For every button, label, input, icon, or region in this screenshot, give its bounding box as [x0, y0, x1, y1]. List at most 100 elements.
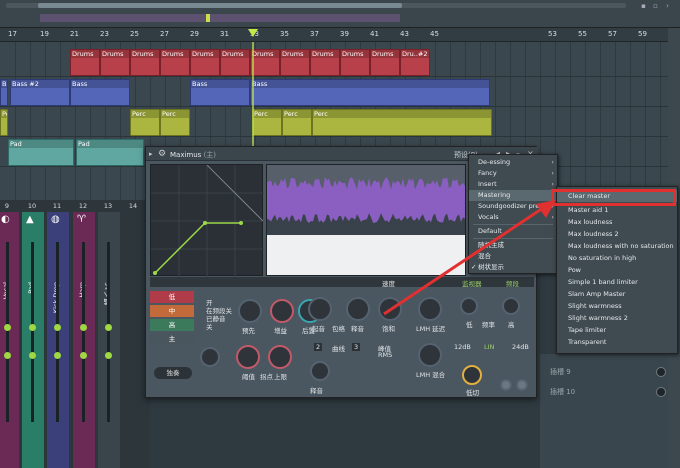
drums-clip[interactable]: Dru..#2	[400, 49, 430, 76]
mixer-fader[interactable]	[82, 242, 85, 422]
drums-clip[interactable]: Drums	[280, 49, 310, 76]
perc-clip[interactable]: Perc	[282, 109, 312, 136]
mixer-led[interactable]	[29, 352, 36, 359]
insert-slot[interactable]: 插槽 10	[550, 386, 660, 399]
insert-slot[interactable]: 插槽 9	[550, 366, 660, 379]
perc-clip[interactable]: Perc	[130, 109, 160, 136]
attack-knob[interactable]	[308, 297, 332, 321]
bass-clip[interactable]: Bass	[250, 79, 490, 106]
band-master[interactable]: 主	[150, 333, 194, 345]
band-selector[interactable]: 低 中 高 主	[150, 291, 194, 349]
submenu-item-slight-warmness-2[interactable]: Slight warmness 2	[557, 312, 677, 324]
playlist-overview[interactable]: ▪ ▫ ›	[0, 0, 680, 28]
mixer-strip[interactable]: 插入 15	[98, 212, 120, 468]
drums-clip[interactable]: Drums	[130, 49, 160, 76]
submenu-item-tape-limiter[interactable]: Tape limiter	[557, 324, 677, 336]
mixer-strip[interactable]: ▲Pad	[22, 212, 44, 468]
prev-band-button[interactable]	[500, 379, 512, 391]
stereo-knob[interactable]	[200, 347, 220, 367]
scroll-right-icon[interactable]: ›	[664, 3, 671, 10]
mixer-led[interactable]	[54, 324, 61, 331]
mixer-led[interactable]	[80, 324, 87, 331]
band-high[interactable]: 高	[150, 319, 194, 331]
mixer-fader[interactable]	[56, 242, 59, 422]
snap-icon[interactable]: ▪	[640, 3, 647, 10]
threshold-knob[interactable]	[236, 345, 260, 369]
insert-slot-toggle[interactable]	[656, 367, 666, 377]
perc-clip[interactable]: Perc	[160, 109, 190, 136]
submenu-item-transparent[interactable]: Transparent	[557, 336, 677, 348]
insert-slot-toggle[interactable]	[656, 387, 666, 397]
pad-clip[interactable]: Pad	[8, 139, 74, 166]
mixer-fader[interactable]	[6, 242, 9, 422]
submenu-item-pow[interactable]: Pow	[557, 264, 677, 276]
mixer-led[interactable]	[29, 324, 36, 331]
release-knob[interactable]	[346, 297, 370, 321]
option-off[interactable]: 关	[206, 323, 232, 331]
mixer-led[interactable]	[4, 324, 11, 331]
submenu-item-max-loudness-with-no-saturation[interactable]: Max loudness with no saturation	[557, 240, 677, 252]
bass-clip[interactable]: Bass #2	[10, 79, 70, 106]
pre-knob[interactable]	[238, 299, 262, 323]
drums-clip[interactable]: Drums	[370, 49, 400, 76]
release-knob-2[interactable]	[310, 361, 330, 381]
curve-value[interactable]: 2	[314, 343, 323, 351]
bass-clip[interactable]: Bass	[190, 79, 250, 106]
compressor-curve-graph[interactable]	[150, 164, 264, 277]
gear-icon[interactable]: ⚙	[158, 149, 166, 159]
mixer-led[interactable]	[105, 324, 112, 331]
drums-clip[interactable]: Drums	[160, 49, 190, 76]
plugin-menu-arrow-icon[interactable]: ▸	[149, 150, 153, 158]
submenu-item-slam-amp-master[interactable]: Slam Amp Master	[557, 288, 677, 300]
lmh-mix-knob[interactable]	[418, 343, 442, 367]
ceiling-knob[interactable]	[268, 345, 292, 369]
mixer-led[interactable]	[54, 352, 61, 359]
submenu-item-max-loudness[interactable]: Max loudness	[557, 216, 677, 228]
perc-clip[interactable]: Perc	[252, 109, 282, 136]
lin-toggle[interactable]: LIN	[484, 343, 494, 351]
bass-clip[interactable]: Bass	[70, 79, 130, 106]
option-off-in-band[interactable]: 在频段关	[206, 307, 232, 315]
bass-clip[interactable]: Bass	[0, 79, 8, 106]
submenu-item-simple-1-band-limiter[interactable]: Simple 1 band limiter	[557, 276, 677, 288]
timeline-ruler[interactable]: 17 19 21 23 25 27 29 31 33 35 37 39 41 43 45 53 55 57 59	[0, 28, 680, 42]
next-band-button[interactable]	[516, 379, 528, 391]
submenu-item-max-loudness-2[interactable]: Max loudness 2	[557, 228, 677, 240]
submenu-item-slight-warmness[interactable]: Slight warmness	[557, 300, 677, 312]
pad-clip[interactable]: Pad	[76, 139, 144, 166]
mixer-led[interactable]	[4, 352, 11, 359]
solo-button[interactable]: 独奏	[154, 367, 192, 379]
option-muted[interactable]: 已静音	[206, 315, 232, 323]
mixer-led[interactable]	[105, 352, 112, 359]
mixer-strip[interactable]: ♈Harp	[73, 212, 95, 468]
perc-clip[interactable]: Perc	[312, 109, 492, 136]
option-on[interactable]: 开	[206, 299, 232, 307]
menu-item-insert[interactable]: Insert ›	[469, 179, 557, 190]
playlist-track-drums[interactable]: Drums Drums Drums Drums Drums Drums Drums Drums…	[0, 48, 668, 77]
drums-clip[interactable]: Drums	[70, 49, 100, 76]
mixer-strip[interactable]: ◐Vocal	[0, 212, 19, 468]
drums-clip[interactable]: Drums	[250, 49, 280, 76]
band-mid[interactable]: 中	[150, 305, 194, 317]
playlist-track-bass[interactable]: Bass Bass #2 Bass Bass Bass	[0, 78, 668, 107]
gain-knob[interactable]	[270, 299, 294, 323]
playhead-marker-icon[interactable]	[248, 29, 258, 37]
band-low[interactable]: 低	[150, 291, 194, 303]
menu-item-fancy[interactable]: Fancy ›	[469, 168, 557, 179]
drums-clip[interactable]: Drums	[190, 49, 220, 76]
drums-clip[interactable]: Drums	[100, 49, 130, 76]
drums-clip[interactable]: Drums	[220, 49, 250, 76]
playlist-track-perc[interactable]: Perc Perc Perc Perc Perc Perc	[0, 108, 668, 137]
mixer-fader[interactable]	[107, 242, 110, 422]
menu-item-de-essing[interactable]: De-essing ›	[469, 157, 557, 168]
drums-clip[interactable]: Drums	[310, 49, 340, 76]
zoom-icon[interactable]: ▫	[652, 3, 659, 10]
drums-clip[interactable]: Drums	[340, 49, 370, 76]
mixer-led[interactable]	[80, 352, 87, 359]
curve-value-2[interactable]: 3	[352, 343, 361, 351]
horizontal-scrollbar-thumb[interactable]	[38, 3, 402, 8]
mixer-fader[interactable]	[31, 242, 34, 422]
mixer-strip[interactable]: ◍Kick Drop	[47, 212, 69, 468]
low-cut-knob[interactable]	[462, 365, 482, 385]
submenu-item-no-saturation-in-high[interactable]: No saturation in high	[557, 252, 677, 264]
